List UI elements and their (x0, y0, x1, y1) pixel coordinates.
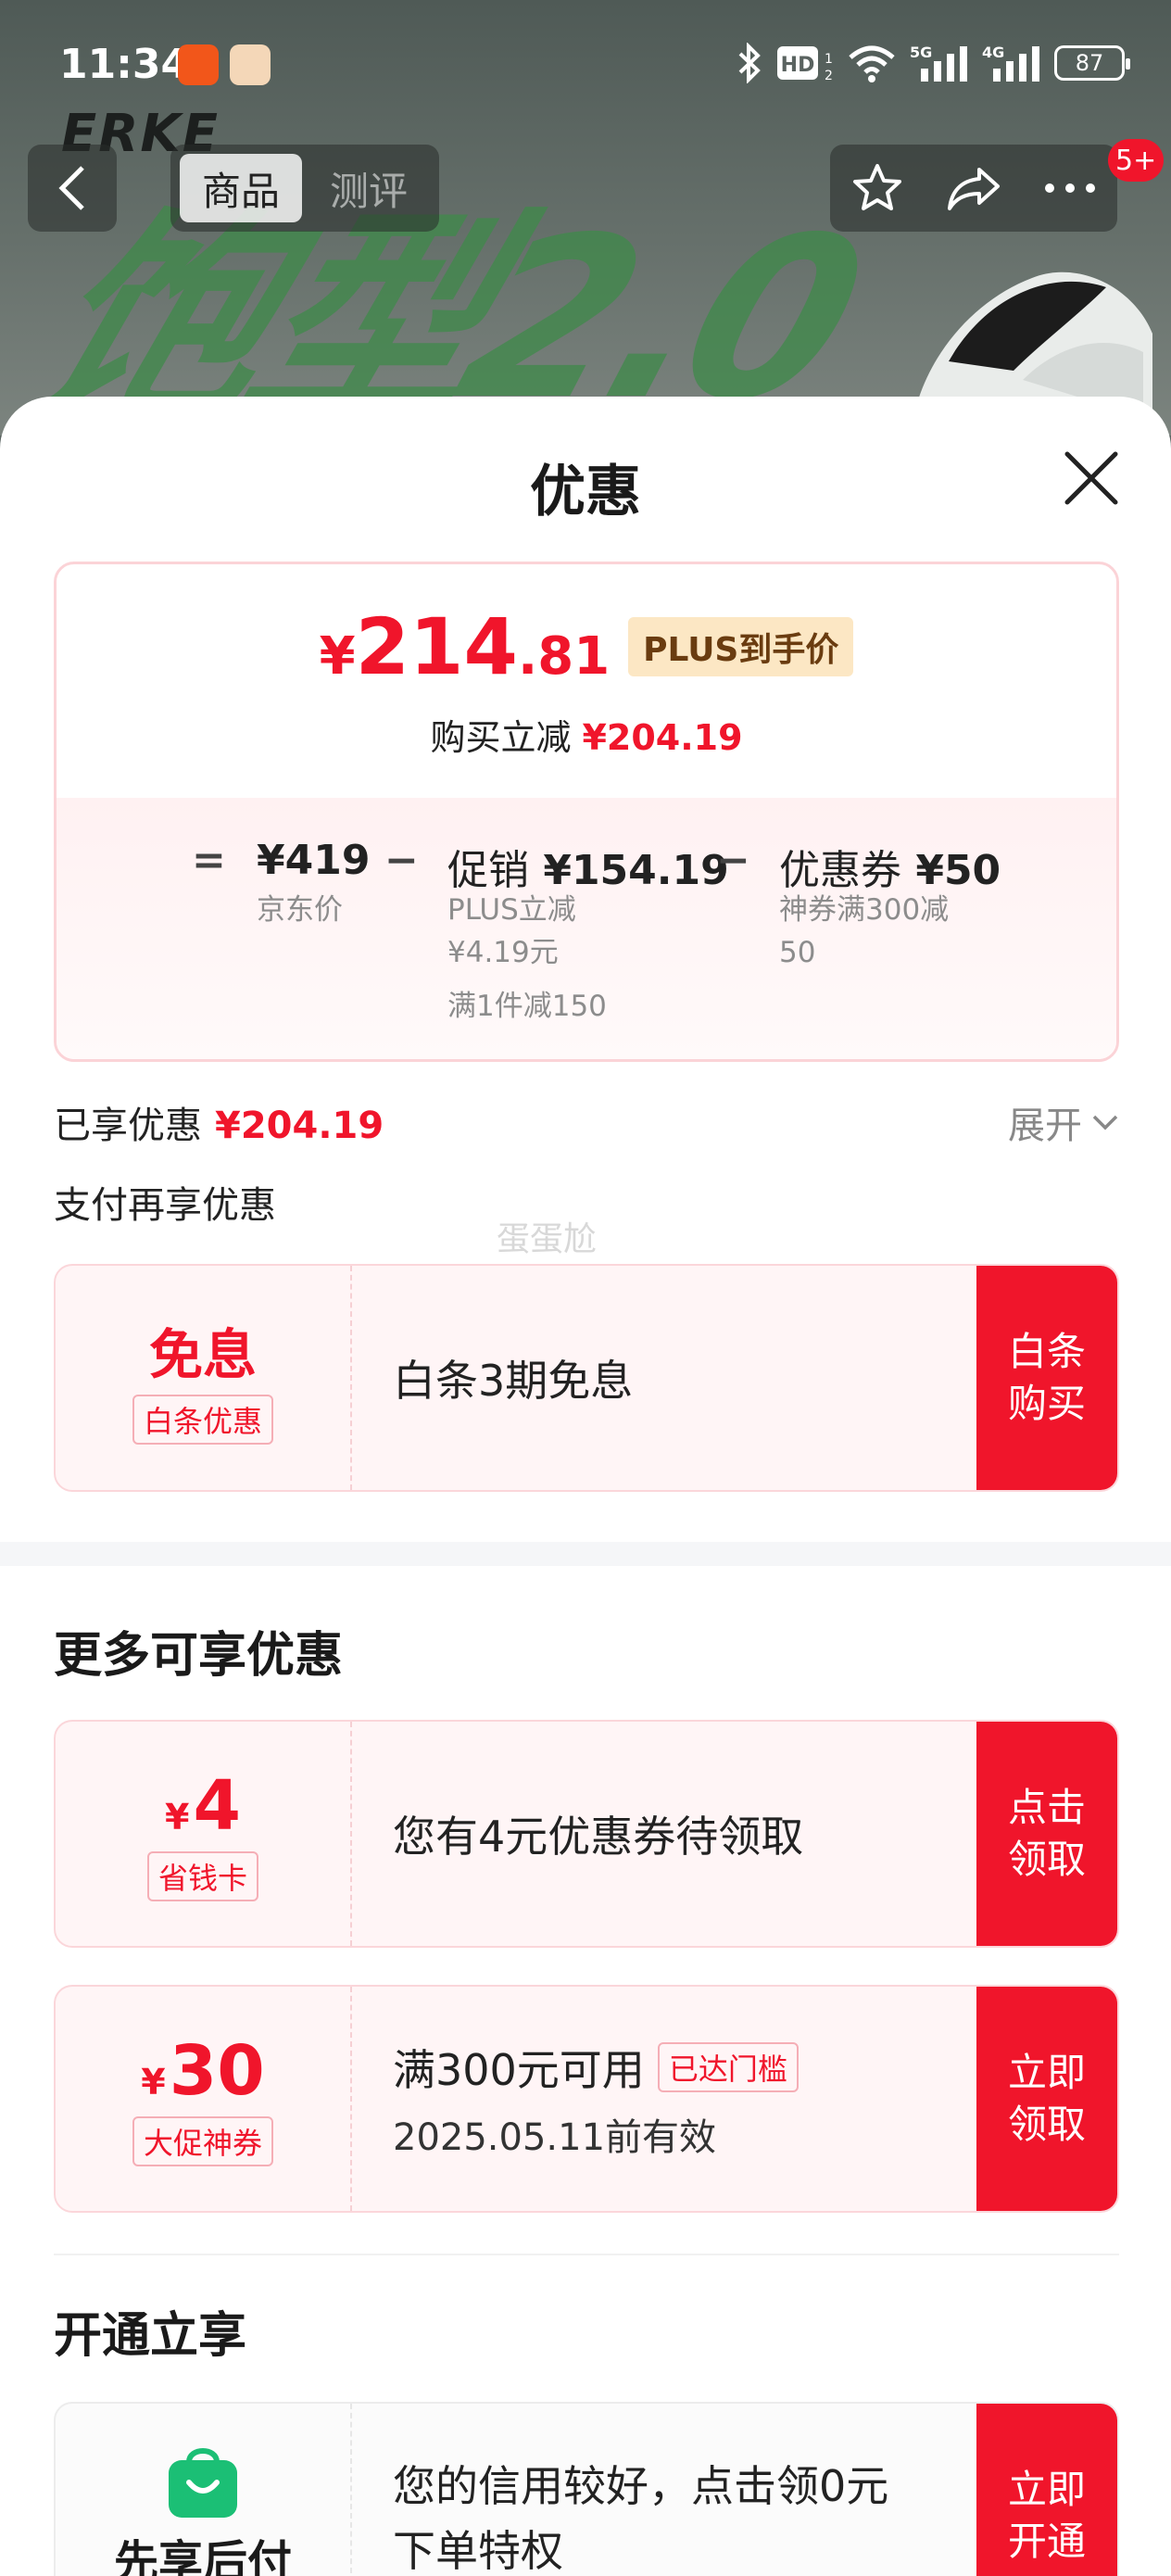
svg-text:1: 1 (825, 52, 833, 67)
paylater-card: 先享后付 您的信用较好，点击领0元 下单特权 立即开通 (54, 2402, 1119, 2576)
instant-cut-label: 购买立减 (430, 717, 572, 758)
paylater-desc-line2: 下单特权 (393, 2526, 563, 2576)
coupon-sub-rule: 神券满300减 (779, 893, 950, 927)
nav-tabs: 商品 测评 (170, 145, 439, 232)
plus-price-tag: PLUS到手价 (628, 617, 854, 676)
minus-sign: − (384, 837, 419, 884)
enjoyed-discount: 已享优惠 ¥204.19 (54, 1095, 384, 1149)
status-time: 11:34 (59, 41, 190, 88)
tab-review[interactable]: 测评 (308, 154, 430, 222)
baitiao-buy-button[interactable]: 白条购买 (976, 1266, 1117, 1490)
savings-coupon-tag: 省钱卡 (146, 1851, 258, 1901)
star-icon[interactable] (851, 162, 903, 214)
pay-more-label: 支付再享优惠 (54, 1184, 276, 1227)
promo-sub-plus: PLUS立减 (447, 893, 576, 927)
watermark: 蛋蛋尬 (497, 1220, 598, 1258)
baitiao-desc: 白条3期免息 (393, 1356, 634, 1406)
sheet-title: 优惠 (530, 460, 641, 524)
svg-text:HD: HD (781, 54, 815, 77)
baitiao-card: 免息 白条优惠 白条3期免息 白条购买 (54, 1264, 1119, 1492)
notification-badge: 5+ (1108, 139, 1165, 182)
open-paylater-button[interactable]: 立即开通 (976, 2404, 1117, 2576)
svg-text:4G: 4G (982, 44, 1004, 61)
price-breakdown: = ¥419 京东价 − 促销 ¥154.19 PLUS立减 ¥4.19元 满1… (57, 798, 1116, 1059)
paylater-label: 先享后付 (113, 2536, 292, 2576)
more-discounts-title: 更多可享优惠 (54, 1628, 344, 1684)
banner-art-text: 饱型2.0 (6, 189, 884, 436)
share-icon[interactable] (946, 164, 1001, 212)
app-mascot-icon (230, 44, 271, 85)
coupon-sub-amount: 50 (779, 936, 816, 969)
app-notification-icon (178, 44, 219, 85)
savings-coupon-value: ¥4 (165, 1766, 241, 1846)
wifi-icon (849, 45, 895, 82)
instant-cut-row: 购买立减 ¥204.19 (57, 709, 1116, 760)
section-divider-line (54, 2254, 1119, 2255)
enjoyed-label: 已享优惠 (54, 1105, 202, 1147)
svg-text:5G: 5G (910, 44, 932, 61)
battery-indicator: 87 (1054, 45, 1130, 81)
status-bar: 11:34 HD 1 2 5G 4G 87 (0, 0, 1171, 130)
promo-sub-plus-amount: ¥4.19元 (447, 936, 559, 969)
back-button[interactable] (28, 145, 117, 232)
promo-discount: 促销 ¥154.19 (447, 847, 729, 894)
promo-coupon-tag: 大促神券 (132, 2116, 273, 2166)
more-icon[interactable] (1044, 183, 1096, 194)
claim-promo-button[interactable]: 立即领取 (976, 1987, 1117, 2211)
close-icon[interactable] (1062, 448, 1121, 508)
claim-savings-button[interactable]: 点击领取 (976, 1722, 1117, 1946)
final-price: ¥214.81 (319, 601, 611, 692)
expand-label: 展开 (1008, 1105, 1082, 1147)
svg-text:2: 2 (825, 69, 833, 83)
promo-coupon-expiry: 2025.05.11前有效 (393, 2116, 717, 2159)
threshold-reached-badge: 已达门槛 (657, 2042, 799, 2092)
5g-signal-icon: 5G (910, 44, 967, 82)
discount-sheet: 优惠 ¥214.81 PLUS到手价 购买立减 ¥204.19 = ¥419 京东… (0, 397, 1171, 2576)
baitiao-value: 免息 (148, 1323, 257, 1386)
promo-coupon-desc: 满300元可用 (393, 2045, 645, 2095)
savings-card-coupon: ¥4 省钱卡 您有4元优惠券待领取 点击领取 (54, 1720, 1119, 1948)
promo-sub-full-reduction: 满1件减150 (447, 990, 607, 1023)
minus-sign: − (716, 837, 750, 884)
final-price-row: ¥214.81 PLUS到手价 (57, 601, 1116, 692)
instant-cut-value: ¥204.19 (582, 717, 743, 758)
open-benefits-title: 开通立享 (54, 2308, 247, 2364)
section-divider (0, 1542, 1171, 1566)
bluetooth-icon (738, 43, 761, 83)
jd-price-label: 京东价 (257, 893, 343, 927)
baitiao-tag: 白条优惠 (132, 1395, 273, 1445)
promo-coupon: ¥30 大促神券 满300元可用 已达门槛 2025.05.11前有效 立即领取 (54, 1985, 1119, 2213)
expand-button[interactable]: 展开 (1008, 1095, 1119, 1149)
4g-signal-icon: 4G (982, 44, 1039, 82)
shopping-bag-icon (169, 2448, 237, 2518)
equals-sign: = (192, 837, 226, 884)
savings-coupon-desc: 您有4元优惠券待领取 (393, 1812, 804, 1862)
chevron-down-icon (1092, 1115, 1118, 1130)
hd-icon: HD 1 2 (777, 46, 833, 83)
tab-product[interactable]: 商品 (180, 154, 302, 222)
coupon-discount: 优惠券 ¥50 (779, 847, 1001, 894)
chevron-left-icon (58, 166, 84, 210)
enjoyed-value: ¥204.19 (215, 1105, 384, 1147)
nav-actions (830, 145, 1117, 232)
status-icons: HD 1 2 5G 4G 87 (736, 43, 1130, 83)
paylater-desc-line1: 您的信用较好，点击领0元 (393, 2461, 889, 2511)
promo-coupon-value: ¥30 (141, 2031, 265, 2111)
price-summary-card: ¥214.81 PLUS到手价 购买立减 ¥204.19 = ¥419 京东价 −… (54, 562, 1119, 1062)
jd-price-value: ¥419 (257, 837, 371, 884)
